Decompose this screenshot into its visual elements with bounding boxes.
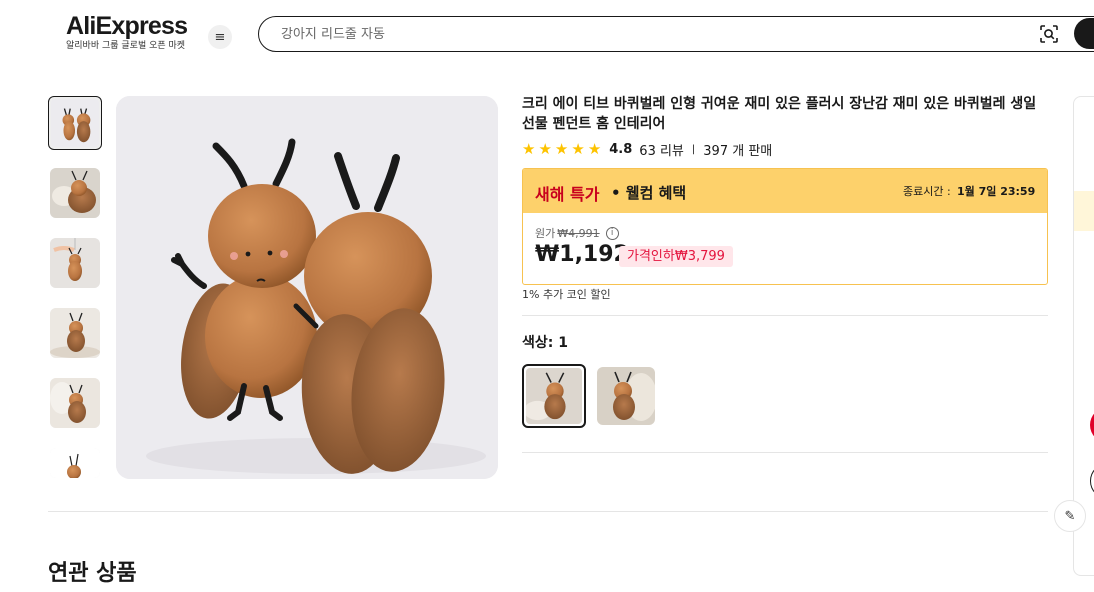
coin-discount-note: 1% 추가 코인 할인 <box>522 288 611 301</box>
divider <box>522 452 1048 453</box>
promo-name: 새해 특가 <box>535 185 600 204</box>
promo-box: 새해 특가 • 웰컴 혜택 종료시간 : 1월 7일 23:59 원가 ₩4,9… <box>522 168 1048 285</box>
original-price: ₩4,991 <box>557 226 600 240</box>
star-icon: ★ <box>538 139 552 158</box>
aliexpress-logo[interactable]: AliExpress 알리바바 그룹 글로벌 오픈 마켓 <box>66 12 190 52</box>
star-icon: ★ <box>587 139 602 158</box>
search-input[interactable] <box>281 24 981 44</box>
promo-end-label: 종료시간 : <box>903 185 951 198</box>
thumbnail-6[interactable] <box>50 448 100 478</box>
info-icon[interactable]: i <box>605 226 619 240</box>
side-highlight <box>1074 191 1094 231</box>
color-option-2[interactable] <box>597 367 655 425</box>
menu-button[interactable]: ≡ <box>208 25 232 49</box>
divider: | <box>691 143 696 155</box>
image-search-icon[interactable] <box>1039 24 1059 44</box>
divider <box>48 511 1048 512</box>
original-price-label: 원가 <box>535 227 556 240</box>
edit-icon[interactable]: ✎ <box>1054 500 1086 532</box>
color-option-1[interactable] <box>522 364 586 428</box>
main-product-image[interactable] <box>116 96 498 479</box>
thumbnail-3[interactable] <box>50 238 100 288</box>
logo-tagline: 알리바바 그룹 글로벌 오픈 마켓 <box>66 41 186 51</box>
divider <box>522 315 1048 316</box>
related-products-title: 연관 상품 <box>48 561 137 586</box>
discount-badge: 가격인하₩3,799 <box>619 246 733 267</box>
product-title: 크리 에이 티브 바퀴벌레 인형 귀여운 재미 있은 플러시 장난감 재미 있은… <box>522 96 1037 132</box>
sold-count: 397 개 판매 <box>703 143 773 159</box>
star-icon: ★ <box>571 139 585 158</box>
review-count[interactable]: 63 리뷰 <box>639 140 684 159</box>
search-bar <box>258 16 1094 52</box>
original-price-row: 원가 ₩4,991 i <box>535 225 619 241</box>
promo-end-time: 1월 7일 23:59 <box>957 185 1036 198</box>
thumbnail-2[interactable] <box>50 168 100 218</box>
logo-wordmark: AliExpress <box>66 12 188 40</box>
thumbnail-1[interactable] <box>48 96 102 150</box>
thumbnail-5[interactable] <box>50 378 100 428</box>
promo-subtitle: • 웰컴 혜택 <box>611 184 687 202</box>
sale-price: ₩1,192 <box>535 242 629 267</box>
star-icon: ★ <box>554 139 569 158</box>
color-label: 색상: 1 <box>522 335 568 351</box>
rating-score: 4.8 <box>609 141 633 157</box>
buy-now-button[interactable] <box>1090 407 1094 443</box>
thumbnail-4[interactable] <box>50 308 100 358</box>
add-to-cart-button[interactable] <box>1090 463 1094 499</box>
search-button[interactable] <box>1074 18 1094 49</box>
star-icon: ★ <box>522 139 536 158</box>
rating-row[interactable]: ★ ★ ★ ★ ★ 4.8 63 리뷰 | 397 개 판매 <box>522 139 773 159</box>
promo-header: 새해 특가 • 웰컴 혜택 종료시간 : 1월 7일 23:59 <box>523 169 1047 213</box>
menu-icon: ≡ <box>214 29 226 45</box>
